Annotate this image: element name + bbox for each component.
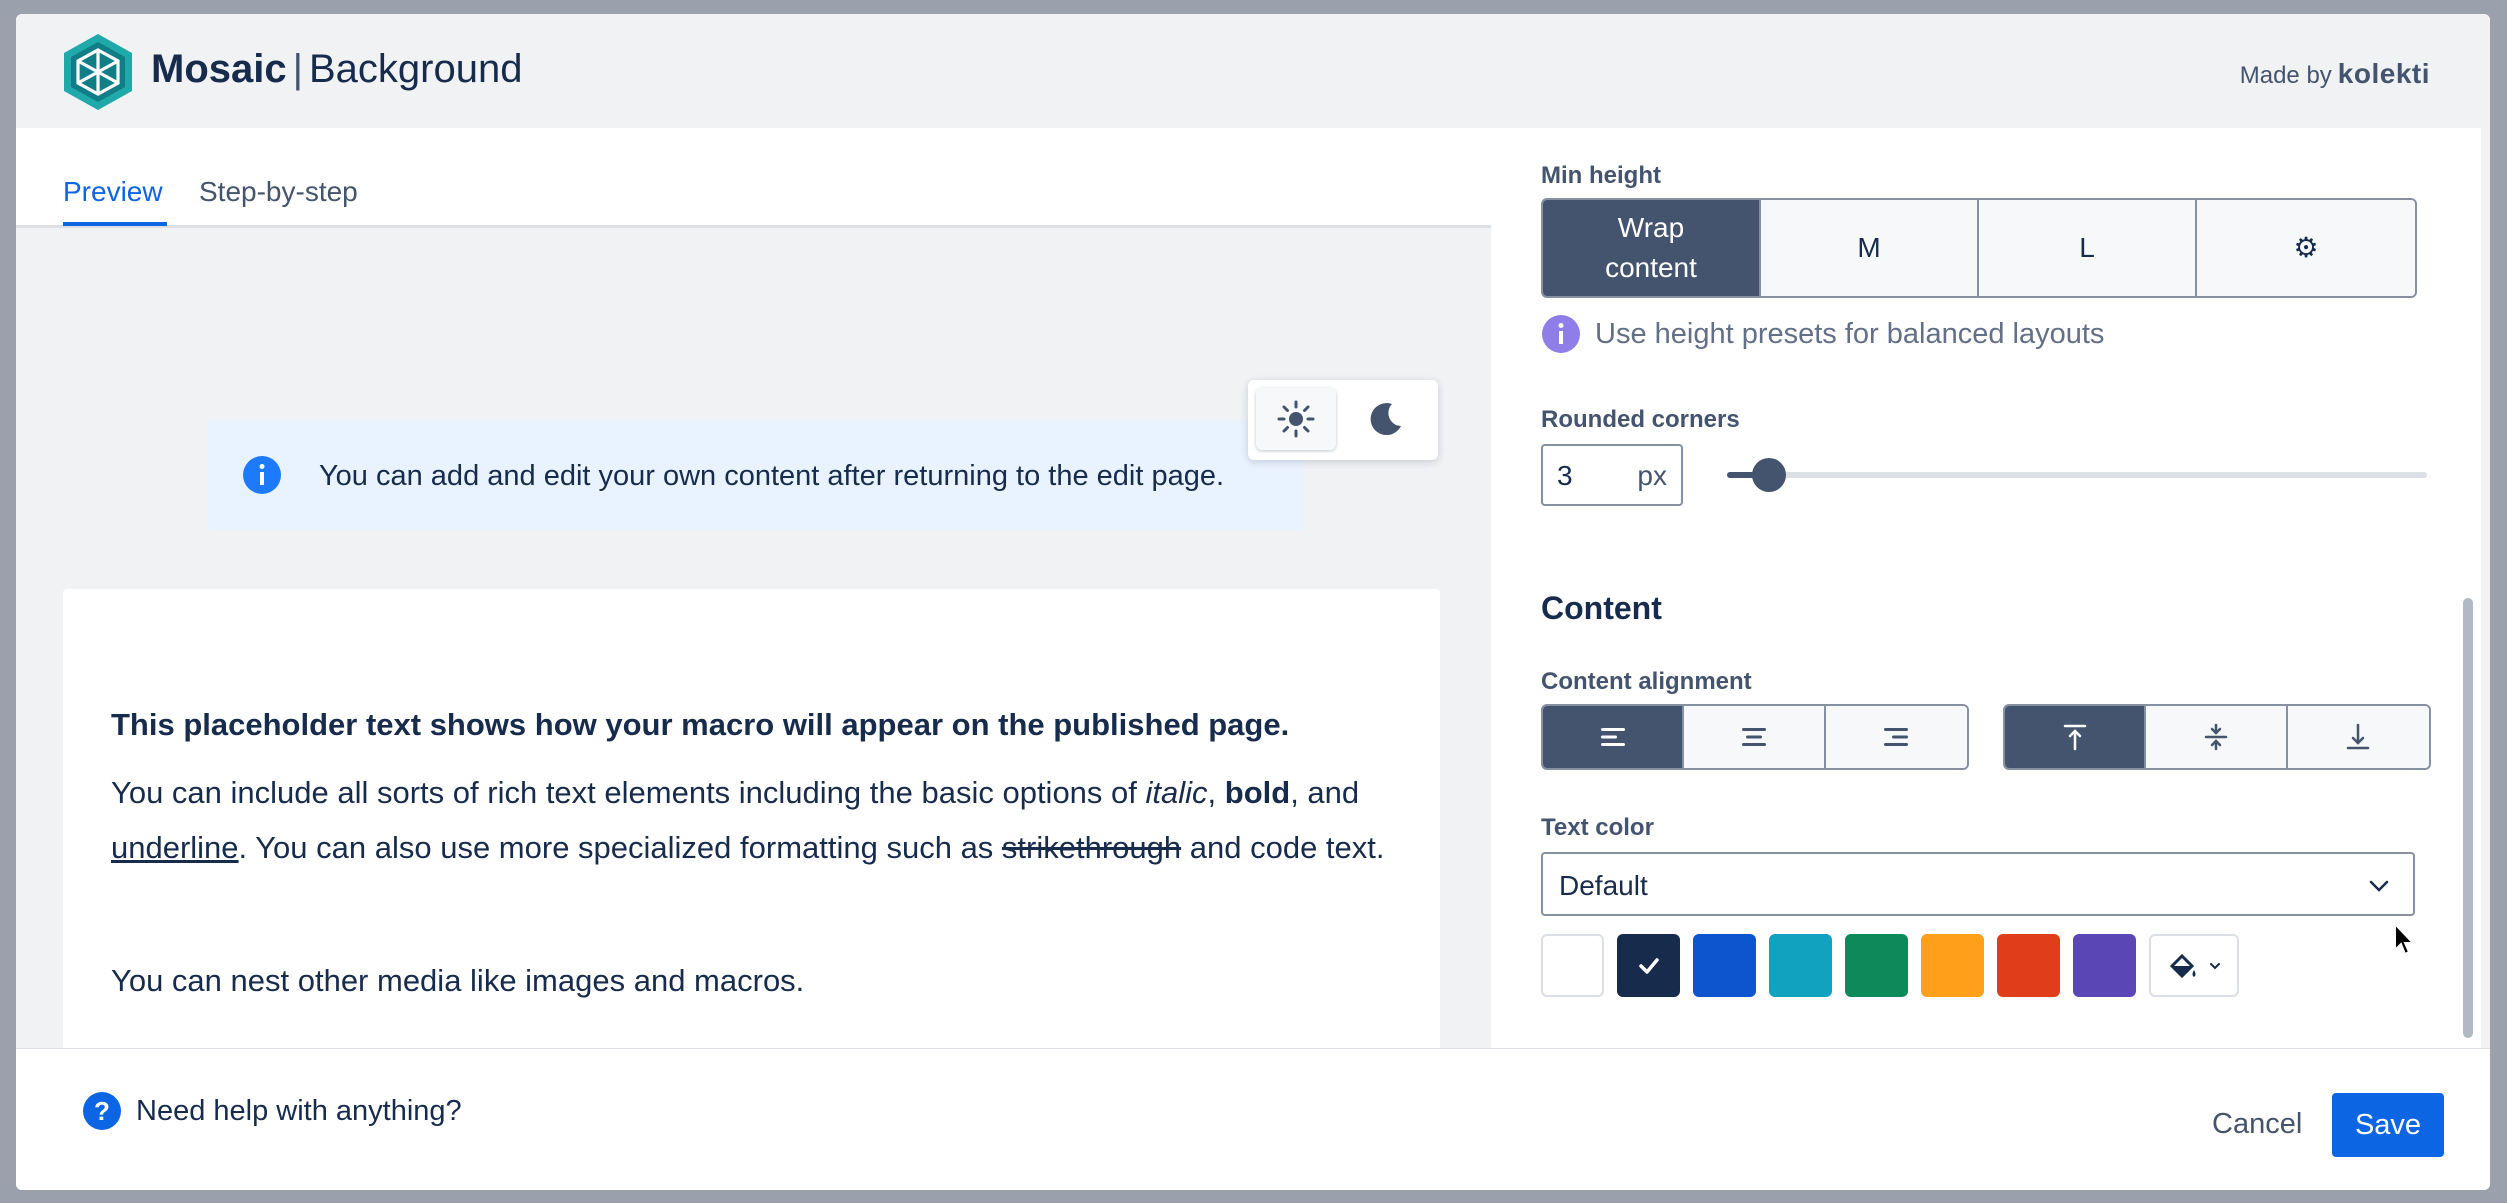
min-height-wrap-content[interactable]: Wrap content (1543, 200, 1761, 296)
brand-name: Mosaic (151, 47, 287, 91)
color-swatch[interactable] (1617, 934, 1680, 997)
color-swatch[interactable] (1997, 934, 2060, 997)
underline-text: underline (111, 830, 239, 865)
theme-toggle (1248, 380, 1438, 460)
align-middle-button[interactable] (2146, 706, 2288, 768)
color-swatch[interactable] (1921, 934, 1984, 997)
color-swatch[interactable] (1693, 934, 1756, 997)
color-swatch[interactable] (1845, 934, 1908, 997)
preview-nest-text: You can nest other media like images and… (111, 963, 805, 998)
vertical-alignment-control (2003, 704, 2431, 770)
align-top-button[interactable] (2005, 706, 2147, 768)
light-theme-button[interactable] (1256, 388, 1336, 450)
info-icon (243, 456, 281, 494)
preview-panel: Preview Step-by-step You can add and edi… (16, 128, 1491, 1057)
dark-theme-button[interactable] (1346, 388, 1426, 450)
min-height-l[interactable]: L (1979, 200, 2197, 296)
cancel-button[interactable]: Cancel (2198, 1093, 2316, 1155)
align-right-button[interactable] (1825, 706, 1967, 768)
settings-scrollbar[interactable] (2463, 598, 2473, 1038)
info-banner: You can add and edit your own content af… (207, 420, 1304, 530)
align-right-icon (1884, 728, 1909, 746)
help-link[interactable]: ? Need help with anything? (82, 1091, 462, 1131)
color-swatch[interactable] (2073, 934, 2136, 997)
slider-thumb[interactable] (1752, 458, 1786, 492)
text-color-label: Text color (1541, 814, 1654, 841)
align-bottom-icon (2347, 723, 2370, 750)
min-height-segmented-control: Wrap content M L ⚙ (1541, 198, 2417, 298)
svg-text:?: ? (94, 1096, 110, 1126)
tab-preview[interactable]: Preview (63, 176, 163, 208)
tab-step-by-step[interactable]: Step-by-step (199, 176, 358, 208)
dialog-header: Mosaic | Background Made by kolekti (16, 14, 2490, 128)
macro-preview-card: This placeholder text shows how your mac… (63, 589, 1440, 1057)
mosaic-logo-icon (64, 34, 132, 110)
align-left-icon (1600, 728, 1625, 746)
align-center-button[interactable] (1684, 706, 1826, 768)
mouse-cursor-icon (2394, 922, 2416, 956)
active-tab-indicator (63, 222, 167, 226)
preview-body: You can include all sorts of rich text e… (111, 775, 1385, 865)
save-button[interactable]: Save (2332, 1093, 2444, 1157)
page-name: Background (309, 47, 523, 91)
help-question-icon: ? (83, 1092, 121, 1130)
horizontal-alignment-control (1541, 704, 1969, 770)
align-bottom-button[interactable] (2287, 706, 2429, 768)
chevron-down-icon (2369, 880, 2389, 892)
made-by-credit[interactable]: Made by kolekti (2240, 58, 2430, 90)
checkmark-icon (1638, 957, 1659, 974)
rounded-corners-label: Rounded corners (1541, 406, 1740, 433)
rounded-corners-unit: px (1637, 460, 1667, 491)
content-alignment-label: Content alignment (1541, 668, 1752, 695)
chevron-down-icon (2210, 962, 2220, 969)
strikethrough-text: strikethrough (1001, 830, 1182, 865)
mosaic-background-dialog: Mosaic | Background Made by kolekti Preview… (16, 14, 2490, 1190)
dialog-footer: ? Need help with anything? Cancel Save (16, 1048, 2490, 1190)
info-banner-text: You can add and edit your own content af… (319, 460, 1225, 492)
info-icon (1542, 315, 1580, 353)
preview-heading: This placeholder text shows how your mac… (111, 707, 1290, 742)
paint-bucket-icon (2169, 953, 2196, 978)
help-text: Need help with anything? (136, 1094, 462, 1127)
color-swatch[interactable] (1769, 934, 1832, 997)
title-separator: | (292, 47, 303, 91)
rounded-corners-value: 3 (1557, 460, 1573, 491)
align-left-button[interactable] (1543, 706, 1685, 768)
height-hint: Use height presets for balanced layouts (1541, 314, 2104, 354)
app-title: Mosaic | Background (151, 47, 522, 92)
content-section-title: Content (1541, 590, 1662, 626)
min-height-label: Min height (1541, 162, 1661, 189)
align-top-icon (2063, 724, 2086, 751)
align-middle-icon (2204, 723, 2228, 751)
text-color-swatches (1541, 934, 2239, 997)
italic-text: italic (1145, 775, 1208, 810)
made-by-label: Made by (2239, 62, 2332, 89)
settings-panel: Min height Wrap content M L ⚙ Use height… (1491, 128, 2481, 1048)
bold-text: bold (1224, 775, 1291, 810)
text-color-value: Default (1559, 870, 1648, 901)
moon-icon (1370, 403, 1401, 436)
min-height-m[interactable]: M (1761, 200, 1979, 296)
custom-color-picker[interactable] (2149, 934, 2239, 997)
rounded-corners-slider[interactable] (1727, 458, 2427, 492)
align-center-icon (1742, 728, 1767, 746)
color-swatch[interactable] (1541, 934, 1604, 997)
tab-bar: Preview Step-by-step (16, 128, 1491, 228)
kolekti-logo: kolekti (2337, 58, 2430, 89)
rounded-corners-input[interactable]: 3 px (1541, 444, 1683, 506)
height-hint-text: Use height presets for balanced layouts (1595, 317, 2105, 350)
sun-icon (1277, 400, 1315, 438)
text-color-select[interactable]: Default (1541, 852, 2415, 916)
min-height-custom-gear-icon[interactable]: ⚙ (2197, 200, 2415, 296)
